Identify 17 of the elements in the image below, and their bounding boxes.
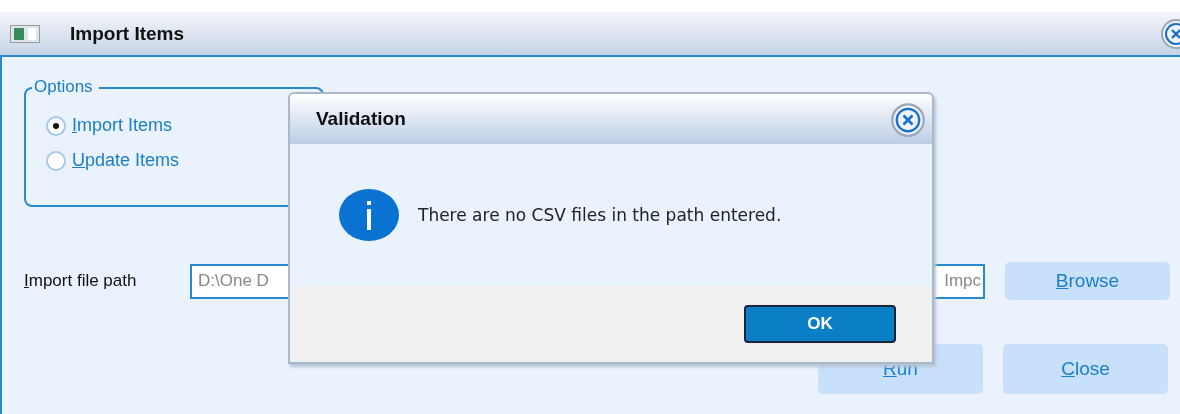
close-button[interactable]: Close — [1003, 344, 1168, 394]
group-title: Options — [32, 77, 99, 97]
radio-label[interactable]: Import Items — [72, 115, 173, 136]
window-icon — [10, 24, 40, 43]
radio-button[interactable] — [46, 150, 66, 171]
info-icon — [338, 188, 400, 242]
path-text: Impc — [944, 271, 981, 291]
dialog-title: Validation — [316, 108, 406, 130]
field-label: Import file path — [24, 271, 138, 291]
window-title: Import Items — [70, 22, 185, 45]
message-text: There are no CSV files in the path entered. — [418, 205, 782, 225]
browse-button[interactable]: Browse — [1005, 262, 1170, 300]
ok-button[interactable]: OK — [744, 305, 896, 343]
radio-label[interactable]: Update Items — [72, 150, 180, 171]
close-icon[interactable] — [890, 102, 926, 138]
path-text: D:\One D — [198, 271, 269, 291]
radio-button[interactable] — [46, 115, 66, 136]
